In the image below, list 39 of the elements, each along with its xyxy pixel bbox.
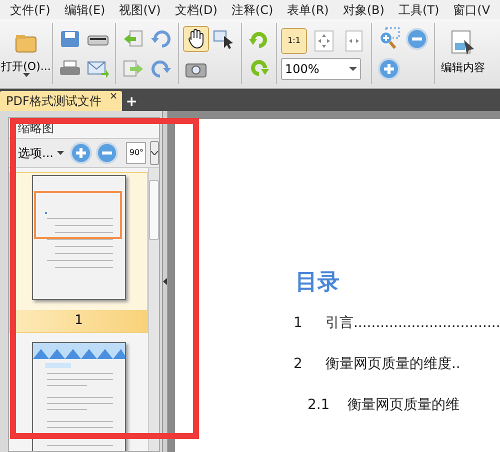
tab-close-button[interactable]: ×: [109, 92, 118, 102]
menu-item[interactable]: 窗口(V: [446, 0, 498, 18]
caret-icon: [349, 66, 357, 70]
rotate-button[interactable]: 90°: [126, 142, 146, 164]
new-tab-button[interactable]: +: [126, 95, 138, 109]
open-button[interactable]: 打开(O)...: [1, 60, 51, 77]
scrollbar[interactable]: [148, 168, 160, 451]
menu-item[interactable]: 表单(R): [280, 0, 336, 18]
toc-entry[interactable]: 衡量网页质量的维度..: [325, 354, 460, 375]
zoom-out-button[interactable]: [96, 142, 118, 164]
edit-content-button[interactable]: 编辑内容: [441, 60, 485, 77]
options-dropdown[interactable]: 选项...: [18, 144, 66, 162]
toc-entry[interactable]: 引言.................................: [325, 313, 500, 334]
caret-icon: [22, 73, 30, 77]
document-tab[interactable]: PDF格式测试文件 ×: [0, 91, 122, 111]
hand-icon[interactable]: [183, 26, 209, 52]
actual-size-button[interactable]: 1:1: [281, 28, 307, 54]
menu-item[interactable]: 对象(B): [336, 0, 392, 18]
toc-number: 1: [293, 314, 304, 333]
chevron-down-icon: [151, 151, 158, 155]
page-thumbnail[interactable]: 1: [9, 172, 148, 333]
more-dropdown[interactable]: [150, 141, 160, 165]
zoom-dropdown[interactable]: 100%: [281, 58, 361, 80]
document-heading: 目录: [294, 269, 340, 297]
menu-item[interactable]: 注释(C): [224, 0, 280, 18]
menu-item[interactable]: 编辑(E): [57, 0, 112, 18]
menu-item[interactable]: 文件(F): [0, 0, 58, 18]
zoom-in-button[interactable]: [70, 142, 92, 164]
collapse-arrow-icon[interactable]: [163, 278, 168, 285]
menu-item[interactable]: 工具(T): [391, 0, 446, 18]
menu-item[interactable]: 视图(V): [112, 0, 168, 18]
caret-icon: [57, 151, 64, 155]
toc-entry[interactable]: 衡量网页质量的维: [347, 395, 460, 416]
menu-item[interactable]: 文档(D): [168, 0, 224, 18]
toc-number: 2: [293, 355, 304, 374]
zoom-in-icon[interactable]: [376, 56, 402, 82]
toc-number: 2.1: [307, 396, 331, 415]
edit-content-icon[interactable]: [450, 30, 476, 56]
zoom-out-icon[interactable]: [404, 26, 430, 52]
